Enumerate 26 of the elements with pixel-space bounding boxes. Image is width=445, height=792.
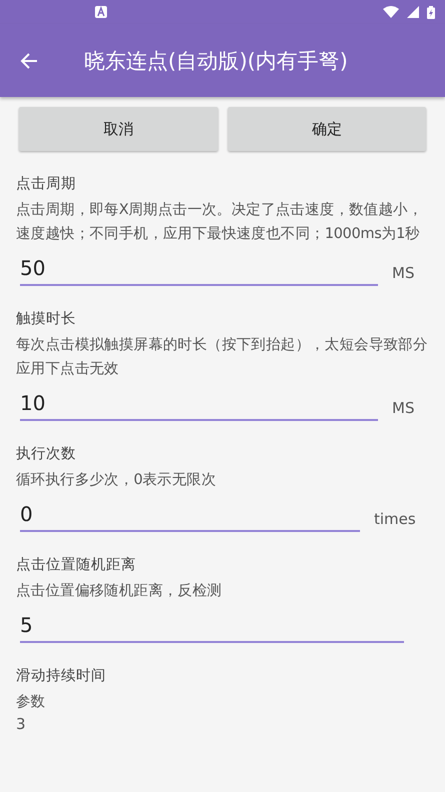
value-input-field[interactable]: 5 bbox=[20, 611, 404, 643]
setting-title: 点击周期 bbox=[16, 175, 77, 194]
setting-description: 每次点击模拟触摸屏幕的时长（按下到抬起），太短会导致部分应用下点击无效 bbox=[16, 336, 429, 379]
setting-description: 循环执行多少次，0表示无限次 bbox=[16, 471, 218, 490]
setting-title: 点击位置随机距离 bbox=[16, 556, 137, 575]
confirm-button[interactable]: 确定 bbox=[228, 107, 426, 151]
cancel-button[interactable]: 取消 bbox=[19, 107, 218, 151]
setting-value: 3 bbox=[16, 714, 27, 734]
wifi-icon bbox=[383, 6, 399, 18]
setting-description: 参数 bbox=[16, 693, 46, 712]
keyboard-icon bbox=[95, 6, 107, 18]
unit-label: MS bbox=[392, 399, 414, 419]
battery-icon bbox=[427, 6, 435, 18]
value-input-field[interactable]: 0 bbox=[20, 500, 360, 532]
setting-description: 点击周期，即每X周期点击一次。决定了点击速度，数值越小，速度越快；不同手机，应用下最快速度也不同；1000ms为1秒 bbox=[16, 200, 424, 244]
unit-label: times bbox=[374, 510, 416, 530]
signal-icon bbox=[407, 6, 419, 18]
toolbar-title: 晓东连点(自动版)(内有手弩) bbox=[84, 48, 348, 74]
setting-title: 滑动持续时间 bbox=[16, 667, 107, 686]
value-input-field[interactable]: 50 bbox=[20, 254, 378, 286]
unit-label: MS bbox=[392, 264, 414, 284]
value-input-field[interactable]: 10 bbox=[20, 389, 378, 421]
setting-description: 点击位置偏移随机距离，反检测 bbox=[16, 582, 223, 601]
setting-title: 执行次数 bbox=[16, 445, 77, 464]
back-arrow-icon[interactable] bbox=[20, 52, 38, 70]
setting-title: 触摸时长 bbox=[16, 310, 77, 329]
